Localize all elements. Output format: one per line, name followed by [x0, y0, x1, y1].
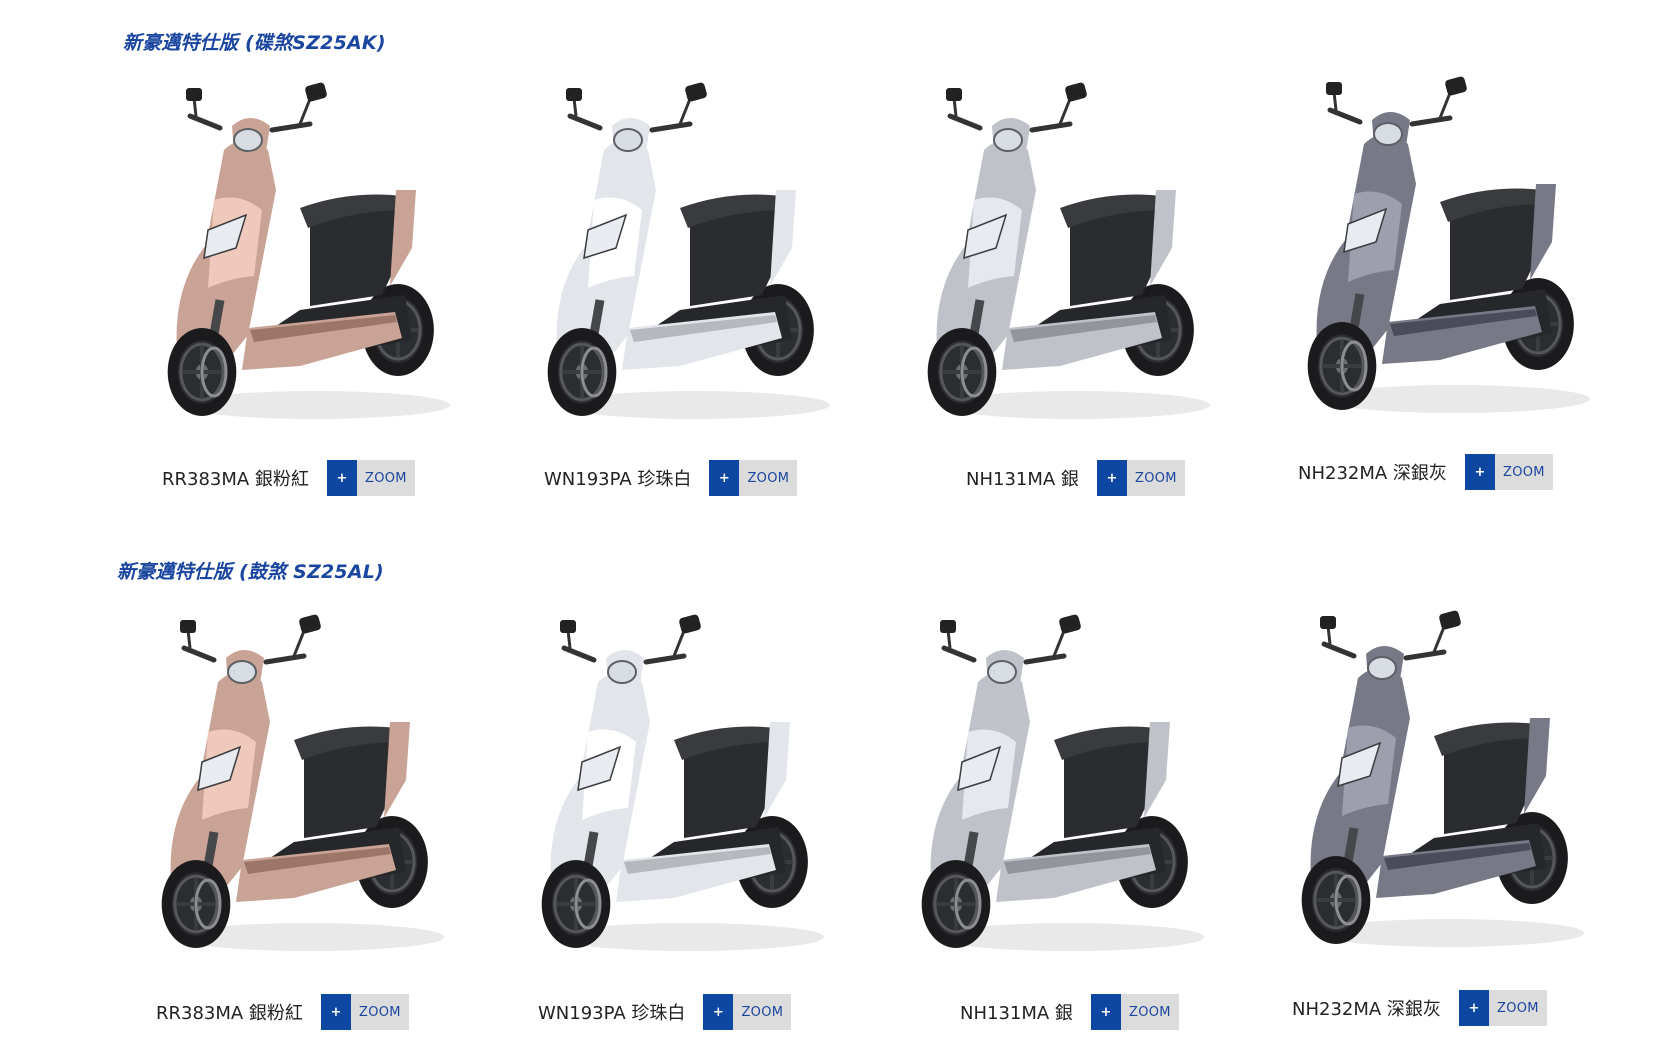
zoom-button[interactable]: + ZOOM	[703, 994, 792, 1030]
zoom-button[interactable]: + ZOOM	[1096, 460, 1185, 496]
plus-icon: +	[1090, 994, 1121, 1030]
caption-row: NH232MA 深銀灰 + ZOOM	[1292, 990, 1547, 1026]
section-title: 新豪邁特仕版 (碟煞SZ25AK)	[123, 32, 386, 54]
plus-icon: +	[320, 994, 351, 1030]
model-label: NH232MA 深銀灰	[1298, 463, 1447, 484]
zoom-button[interactable]: + ZOOM	[320, 994, 409, 1030]
model-label: RR383MA 銀粉紅	[156, 1003, 303, 1024]
caption-row: WN193PA 珍珠白 + ZOOM	[538, 994, 792, 1030]
plus-icon: +	[1458, 990, 1489, 1026]
scooter-image[interactable]	[910, 80, 1230, 440]
scooter-image[interactable]	[150, 80, 470, 440]
zoom-label: ZOOM	[733, 994, 792, 1030]
scooter-image[interactable]	[530, 80, 850, 440]
zoom-button[interactable]: + ZOOM	[1458, 990, 1547, 1026]
plus-icon: +	[709, 460, 740, 496]
scooter-image[interactable]	[1290, 74, 1610, 434]
zoom-button[interactable]: + ZOOM	[326, 460, 415, 496]
scooter-image[interactable]	[524, 612, 844, 972]
model-label: NH131MA 銀	[966, 469, 1079, 490]
plus-icon: +	[326, 460, 357, 496]
zoom-label: ZOOM	[1126, 460, 1185, 496]
section-title: 新豪邁特仕版 (鼓煞 SZ25AL)	[117, 561, 384, 583]
zoom-button[interactable]: + ZOOM	[1090, 994, 1179, 1030]
scooter-image[interactable]	[144, 612, 464, 972]
caption-row: NH131MA 銀 + ZOOM	[960, 994, 1179, 1030]
zoom-label: ZOOM	[356, 460, 415, 496]
zoom-button[interactable]: + ZOOM	[709, 460, 798, 496]
model-label: NH232MA 深銀灰	[1292, 999, 1441, 1020]
zoom-label: ZOOM	[739, 460, 798, 496]
scooter-image[interactable]	[904, 612, 1224, 972]
model-label: RR383MA 銀粉紅	[162, 469, 309, 490]
plus-icon: +	[1096, 460, 1127, 496]
zoom-label: ZOOM	[1120, 994, 1179, 1030]
zoom-label: ZOOM	[1494, 454, 1553, 490]
plus-icon: +	[703, 994, 734, 1030]
caption-row: RR383MA 銀粉紅 + ZOOM	[162, 460, 415, 496]
caption-row: NH232MA 深銀灰 + ZOOM	[1298, 454, 1553, 490]
scooter-image[interactable]	[1284, 608, 1604, 968]
model-label: NH131MA 銀	[960, 1003, 1073, 1024]
caption-row: WN193PA 珍珠白 + ZOOM	[544, 460, 798, 496]
plus-icon: +	[1464, 454, 1495, 490]
caption-row: NH131MA 銀 + ZOOM	[966, 460, 1185, 496]
zoom-label: ZOOM	[350, 994, 409, 1030]
model-label: WN193PA 珍珠白	[538, 1003, 686, 1024]
zoom-label: ZOOM	[1488, 990, 1547, 1026]
caption-row: RR383MA 銀粉紅 + ZOOM	[156, 994, 409, 1030]
zoom-button[interactable]: + ZOOM	[1464, 454, 1553, 490]
model-label: WN193PA 珍珠白	[544, 469, 692, 490]
